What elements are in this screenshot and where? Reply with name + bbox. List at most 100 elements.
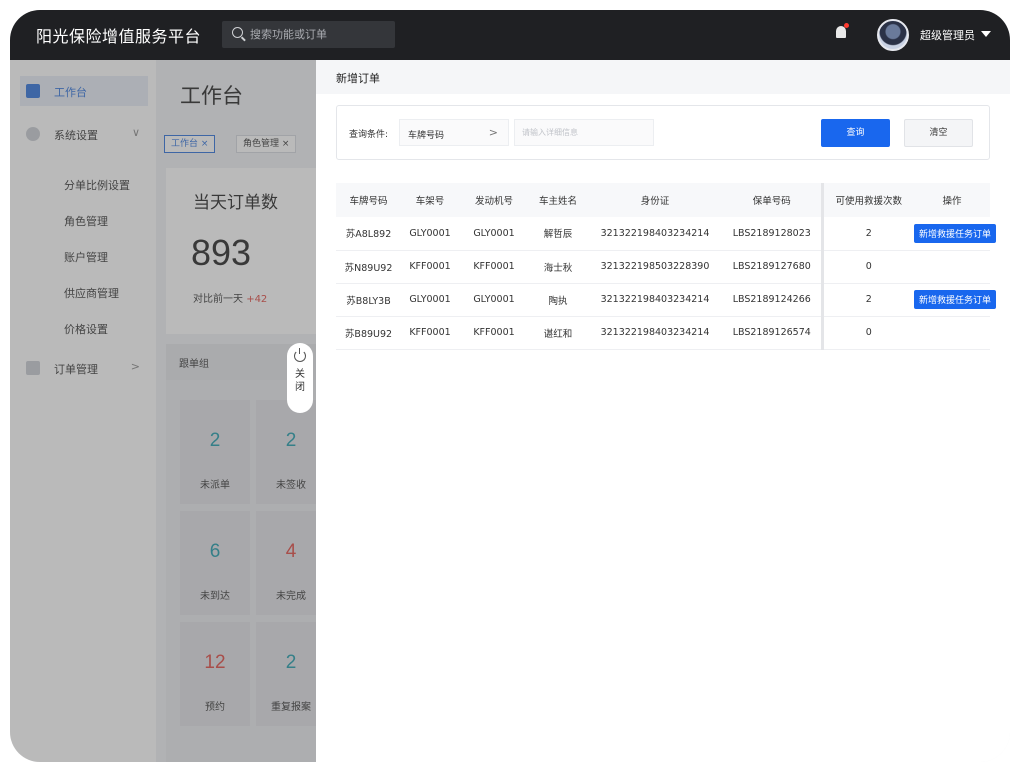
id-card-cell: 321322198503228390 (587, 250, 723, 284)
query-detail-input[interactable] (514, 119, 654, 146)
today-orders-card: 当天订单数 893 对比前一天 +42 (166, 168, 326, 334)
column-header[interactable]: 可使用救援次数 (820, 183, 914, 217)
chevron-down-icon: ∨ (131, 126, 140, 139)
stat-value: 12 (204, 652, 226, 673)
close-label: 关闭 (295, 369, 305, 393)
query-form: 查询条件: 车牌号码 > 查询 清空 (336, 105, 990, 160)
sidebar-subitem-split-ratio[interactable]: 分单比例设置 (64, 177, 130, 193)
id-card-cell: 321322198403234214 (587, 217, 723, 251)
query-field-select[interactable]: 车牌号码 > (399, 119, 509, 146)
gear-icon (26, 127, 40, 141)
tab-role-management[interactable]: 角色管理 × (236, 135, 297, 153)
sidebar-item-order-management[interactable]: 订单管理 > (20, 353, 148, 383)
brand-title: 阳光保险增值服务平台 (36, 27, 202, 46)
rescue-count-cell: 2 (820, 217, 914, 251)
vehicle-table: 车牌号码 车架号 发动机号 车主姓名 身份证 保单号码 可使用救援次数 操作 苏… (336, 183, 997, 350)
frame-cell: GLY0001 (401, 283, 459, 317)
drawer-title: 新增订单 (336, 72, 380, 85)
policy-cell: LBS2189124266 (723, 283, 822, 317)
avatar[interactable] (877, 19, 909, 51)
plate-cell: 苏A8L892 (336, 217, 401, 251)
add-rescue-task-button[interactable]: 新增救援任务订单 (914, 290, 997, 309)
sidebar-item-workbench[interactable]: 工作台 (20, 76, 148, 106)
policy-cell: LBS2189128023 (723, 217, 822, 251)
sidebar-subitem-accounts[interactable]: 账户管理 (64, 249, 108, 265)
action-cell (914, 250, 990, 284)
global-search[interactable] (222, 21, 395, 48)
rescue-count-cell: 2 (820, 283, 914, 317)
owner-cell: 谌红和 (529, 316, 587, 350)
stat-card[interactable]: 2 未派单 (180, 400, 250, 504)
today-orders-title: 当天订单数 (193, 193, 278, 213)
compare-label: 对比前一天 (193, 294, 243, 305)
tab-workbench[interactable]: 工作台 × (164, 135, 216, 153)
clear-button[interactable]: 清空 (904, 119, 973, 147)
sidebar-item-system-settings[interactable]: 系统设置 ∨ (20, 119, 148, 149)
monitor-icon (26, 84, 40, 98)
column-header[interactable]: 发动机号 (459, 183, 529, 217)
power-icon (294, 348, 306, 362)
table-row: 苏B8LY3B GLY0001 GLY0001 陶执 3213221984032… (336, 283, 997, 317)
query-button[interactable]: 查询 (821, 119, 890, 147)
column-header[interactable]: 保单号码 (723, 183, 822, 217)
id-card-cell: 321322198403234214 (587, 316, 723, 350)
plate-cell: 苏B8LY3B (336, 283, 401, 317)
policy-cell: LBS2189126574 (723, 316, 822, 350)
document-icon (26, 361, 40, 375)
app-window: 阳光保险增值服务平台 超级管理员 工作台 系统设置 ∨ 分单比例设置 角色管理 … (10, 10, 1010, 762)
action-cell (914, 316, 990, 350)
engine-cell: GLY0001 (459, 283, 529, 317)
action-cell: 新增救援任务订单 (914, 217, 997, 251)
plate-cell: 苏B89U92 (336, 316, 401, 350)
table-row: 苏A8L892 GLY0001 GLY0001 解哲辰 321322198403… (336, 217, 997, 251)
plate-cell: 苏N89U92 (336, 250, 401, 284)
owner-cell: 陶执 (529, 283, 587, 317)
rescue-count-cell: 0 (820, 250, 914, 284)
bell-icon[interactable] (836, 23, 849, 38)
column-header[interactable]: 操作 (914, 183, 990, 217)
stat-card[interactable]: 12 预约 (180, 622, 250, 726)
engine-cell: GLY0001 (459, 217, 529, 251)
stat-value: 2 (209, 430, 221, 451)
column-header[interactable]: 车牌号码 (336, 183, 401, 217)
table-header-row: 车牌号码 车架号 发动机号 车主姓名 身份证 保单号码 可使用救援次数 操作 (336, 183, 990, 217)
sidebar-item-label: 订单管理 (54, 363, 98, 376)
id-card-cell: 321322198403234214 (587, 283, 723, 317)
page-title: 工作台 (180, 84, 243, 108)
global-search-input[interactable] (250, 21, 390, 48)
user-name[interactable]: 超级管理员 (920, 27, 975, 43)
top-bar: 阳光保险增值服务平台 超级管理员 (10, 10, 1010, 60)
sidebar-item-label: 工作台 (54, 86, 87, 99)
column-header[interactable]: 身份证 (587, 183, 723, 217)
search-icon (232, 27, 243, 38)
frame-cell: KFF0001 (401, 250, 459, 284)
column-header[interactable]: 车架号 (401, 183, 459, 217)
new-order-drawer: 新增订单 查询条件: 车牌号码 > 查询 清空 车牌号码 车架号 发动机号 (316, 60, 1010, 762)
engine-cell: KFF0001 (459, 250, 529, 284)
sidebar-subitem-suppliers[interactable]: 供应商管理 (64, 285, 119, 301)
follow-group-title: 跟单组 (179, 359, 209, 370)
owner-cell: 解哲辰 (529, 217, 587, 251)
engine-cell: KFF0001 (459, 316, 529, 350)
close-drawer-button[interactable]: 关闭 (287, 343, 313, 413)
chevron-right-icon: > (488, 126, 498, 139)
stat-label: 预约 (205, 702, 225, 713)
query-field-value: 车牌号码 (408, 131, 445, 141)
table-row: 苏N89U92 KFF0001 KFF0001 海士秋 321322198503… (336, 250, 990, 284)
frame-cell: GLY0001 (401, 217, 459, 251)
table-row: 苏B89U92 KFF0001 KFF0001 谌红和 321322198403… (336, 316, 990, 350)
sidebar-subitem-pricing[interactable]: 价格设置 (64, 321, 108, 337)
today-orders-count: 893 (191, 232, 252, 273)
sidebar-item-label: 系统设置 (54, 129, 98, 142)
caret-down-icon[interactable] (981, 31, 991, 37)
column-header[interactable]: 车主姓名 (529, 183, 587, 217)
add-rescue-task-button[interactable]: 新增救援任务订单 (914, 223, 997, 243)
today-orders-compare: 对比前一天 +42 (193, 290, 267, 305)
tab-bar: 工作台 × 角色管理 × (156, 128, 316, 160)
rescue-count-cell: 0 (820, 316, 914, 350)
owner-cell: 海士秋 (529, 250, 587, 284)
action-cell: 新增救援任务订单 (914, 283, 997, 317)
compare-delta: +42 (246, 294, 268, 305)
sidebar-subitem-roles[interactable]: 角色管理 (64, 213, 108, 229)
stat-card[interactable]: 6 未到达 (180, 511, 250, 615)
